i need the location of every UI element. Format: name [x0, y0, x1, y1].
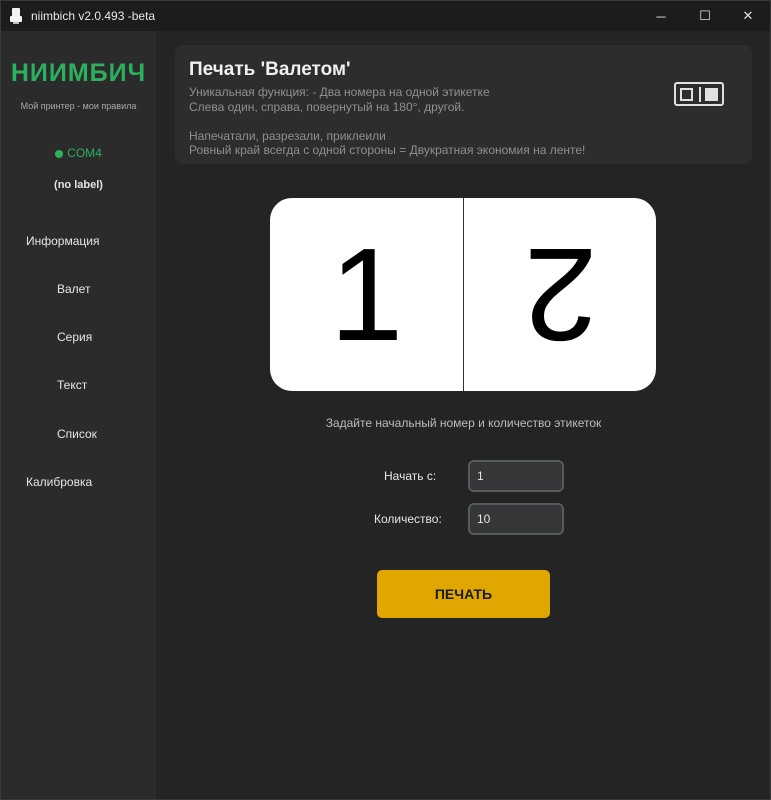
- banner-description-line: Напечатали, разрезали, приклеили: [189, 129, 386, 143]
- app-window: niimbich v2.0.493 -beta ─ ☐ ✕ НИИМБИЧ Мо…: [0, 0, 771, 800]
- start-number-input[interactable]: [468, 460, 564, 492]
- port-name: COM4: [67, 146, 102, 160]
- connection-status: COM4: [1, 146, 156, 160]
- window-title: niimbich v2.0.493 -beta: [31, 9, 156, 23]
- label-preview: 1 2: [270, 198, 656, 391]
- nav-item-valet[interactable]: Валет: [57, 282, 90, 296]
- banner-description-line: Ровный край всегда с одной стороны = Дву…: [189, 143, 586, 157]
- start-label: Начать с:: [384, 469, 437, 483]
- label-status: (no label): [54, 179, 103, 191]
- brand-tagline: Мой принтер - мои правила: [20, 101, 137, 111]
- page-title: Печать 'Валетом': [189, 59, 351, 80]
- printer-app-icon: [10, 8, 22, 24]
- label-left-number: 1: [329, 221, 404, 368]
- count-label: Количество:: [374, 512, 442, 526]
- nav-item-series[interactable]: Серия: [57, 330, 92, 344]
- print-button[interactable]: ПЕЧАТЬ: [377, 570, 550, 618]
- maximize-button[interactable]: ☐: [683, 1, 727, 31]
- nav-item-list[interactable]: Список: [57, 427, 97, 441]
- nav-item-info[interactable]: Информация: [26, 234, 99, 248]
- form-hint: Задайте начальный номер и количество эти…: [325, 416, 602, 430]
- minimize-button[interactable]: ─: [639, 1, 683, 31]
- nav-item-calibration[interactable]: Калибровка: [26, 475, 92, 489]
- feature-banner: Печать 'Валетом' Уникальная функция: - Д…: [175, 45, 752, 164]
- label-right-number-rotated: 2: [523, 221, 598, 368]
- status-dot-icon: [55, 149, 64, 158]
- brand-logo: НИИМБИЧ: [10, 59, 147, 87]
- sidebar: НИИМБИЧ Мой принтер - мои правила COM4 (…: [1, 31, 156, 799]
- close-button[interactable]: ✕: [726, 1, 770, 31]
- banner-description-line: Слева один, справа, повернутый на 180°, …: [189, 100, 465, 114]
- split-label-icon: [674, 82, 724, 106]
- count-input[interactable]: [468, 503, 564, 535]
- banner-description-line: Уникальная функция: - Два номера на одно…: [189, 85, 490, 99]
- title-bar[interactable]: niimbich v2.0.493 -beta ─ ☐ ✕: [1, 1, 770, 31]
- nav-item-text[interactable]: Текст: [57, 378, 87, 392]
